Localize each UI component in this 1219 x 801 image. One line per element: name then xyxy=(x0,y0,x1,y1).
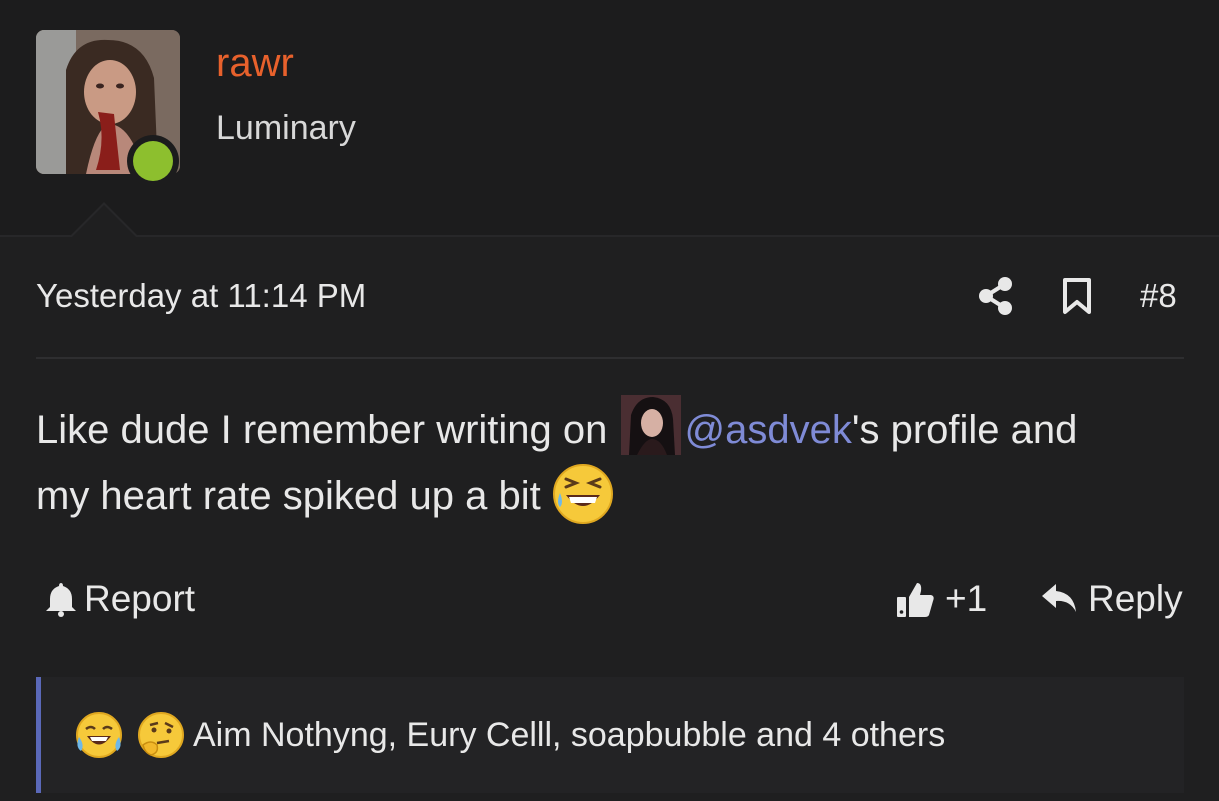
laughing-crying-emoji-icon xyxy=(75,711,123,759)
grinning-sweat-emoji-icon xyxy=(552,463,614,525)
bell-icon xyxy=(46,583,76,617)
user-header: rawr Luminary xyxy=(0,0,1219,237)
report-button[interactable]: Report xyxy=(44,576,195,622)
message-text: 's profile and xyxy=(851,408,1078,452)
divider xyxy=(36,357,1184,359)
online-status-indicator xyxy=(127,135,179,187)
like-button[interactable]: +1 xyxy=(895,576,987,622)
user-mention-link[interactable]: @asdvek xyxy=(685,408,852,452)
post-message: Like dude I remember writing on @asdvek'… xyxy=(36,395,1196,529)
reactions-summary-link[interactable]: Aim Nothyng, Eury Celll, soapbubble and … xyxy=(193,713,945,757)
online-dot-icon xyxy=(133,141,173,181)
post-timestamp[interactable]: Yesterday at 11:14 PM xyxy=(36,274,366,318)
reply-label: Reply xyxy=(1088,578,1183,619)
reactions-bar[interactable]: Aim Nothyng, Eury Celll, soapbubble and … xyxy=(36,677,1184,793)
message-text: Like dude I remember writing on xyxy=(36,408,619,452)
reply-button[interactable]: Reply xyxy=(1040,576,1183,622)
like-count: +1 xyxy=(945,578,988,619)
share-icon[interactable] xyxy=(978,276,1014,316)
message-text: my heart rate spiked up a bit xyxy=(36,474,552,518)
username-link[interactable]: rawr xyxy=(216,40,294,86)
post-container: rawr Luminary Yesterday at 11:14 PM #8 L… xyxy=(0,0,1219,801)
thinking-emoji-icon xyxy=(137,711,185,759)
user-title: Luminary xyxy=(216,109,356,147)
bookmark-icon[interactable] xyxy=(1060,276,1094,316)
report-label: Report xyxy=(84,578,196,619)
post-number-link[interactable]: #8 xyxy=(1140,274,1177,318)
thumbs-up-icon xyxy=(897,583,934,617)
mention-avatar[interactable] xyxy=(620,395,681,455)
reply-arrow-icon xyxy=(1042,584,1076,612)
